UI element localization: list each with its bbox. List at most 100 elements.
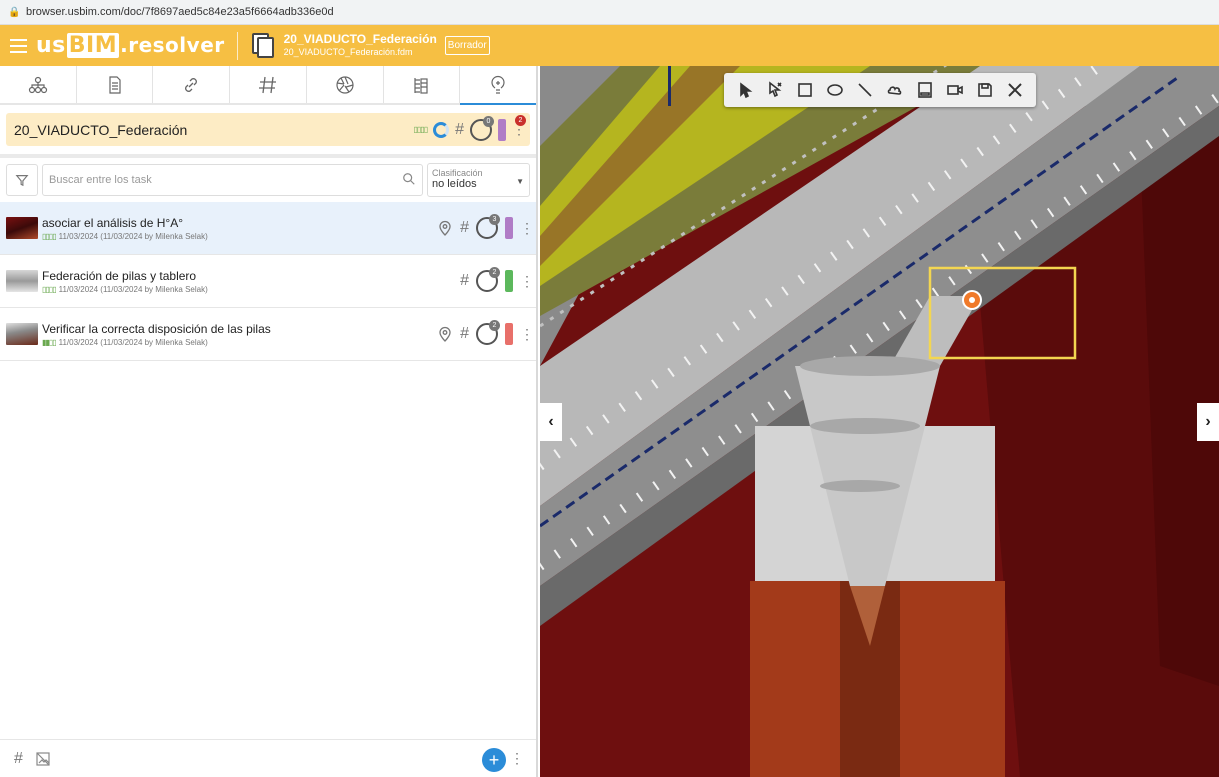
task-more-icon[interactable]: ⋮ [520, 220, 534, 237]
task-meta: 11/03/2024 (11/03/2024 by Milenka Selak) [58, 337, 208, 347]
task-row[interactable]: asociar el análisis de H°A° ▯▯▯▯ 11/03/20… [0, 202, 536, 255]
task-thumbnail [6, 217, 38, 239]
sort-select[interactable]: Clasificación no leídos ▼ [427, 163, 530, 197]
task-title: Verificar la correcta disposición de las… [42, 321, 271, 336]
task-hash-icon[interactable]: # [460, 219, 469, 237]
tab-hierarchy[interactable] [0, 66, 77, 103]
task-users-icon[interactable]: 2 [476, 320, 500, 345]
left-panel: 20_VIADUCTO_Federación ▯▯▯▯ # 0 ⋮2 Clasi… [0, 66, 538, 777]
ellipse-icon[interactable] [824, 79, 846, 101]
no-image-icon[interactable] [35, 751, 51, 767]
document-titles: 20_VIADUCTO_Federación 20_VIADUCTO_Feder… [283, 32, 437, 58]
rectangle-icon[interactable] [794, 79, 816, 101]
3d-viewport[interactable]: ‹ › [540, 66, 1219, 777]
tab-issues[interactable] [460, 66, 537, 105]
sort-label: Clasificación [432, 168, 483, 178]
task-meta: 11/03/2024 (11/03/2024 by Milenka Selak) [58, 231, 208, 241]
link-icon [185, 77, 198, 92]
document-title: 20_VIADUCTO_Federación [283, 32, 437, 47]
cloud-icon[interactable] [884, 79, 906, 101]
filter-button[interactable] [6, 164, 38, 196]
draft-badge[interactable]: Borrador [444, 36, 490, 55]
document-icon [108, 75, 121, 94]
task-filter-row: Clasificación no leídos ▼ [0, 158, 536, 202]
task-more-icon[interactable]: ⋮ [520, 326, 534, 343]
markup-toolbar [724, 73, 1036, 107]
task-progress-icon: ▯▯▯▯ [42, 231, 57, 241]
task-users-count: 2 [489, 320, 500, 331]
task-users-icon[interactable]: 3 [476, 214, 500, 239]
save-icon[interactable] [974, 79, 996, 101]
note-icon[interactable] [914, 79, 936, 101]
logo-resolver: .resolver [120, 33, 225, 57]
tab-link[interactable] [153, 66, 231, 103]
panel-footer: # + ⋮ [0, 739, 536, 777]
aperture-icon [336, 75, 354, 94]
task-progress-icon: ▯▯▯▯ [42, 284, 57, 294]
tab-document[interactable] [77, 66, 154, 103]
project-alert-badge: 2 [515, 115, 526, 126]
issues-icon [491, 75, 505, 94]
select-icon[interactable] [734, 79, 756, 101]
pick-icon[interactable] [764, 79, 786, 101]
chevron-right-icon[interactable]: › [1197, 403, 1219, 441]
task-color-tag[interactable] [505, 323, 513, 345]
tab-aperture[interactable] [307, 66, 384, 103]
model-render [540, 66, 1219, 777]
close-icon[interactable] [1004, 79, 1026, 101]
menu-icon[interactable] [0, 25, 36, 66]
project-users-icon[interactable]: 0 [470, 115, 494, 141]
location-pin-icon[interactable] [437, 220, 453, 236]
project-more-icon[interactable]: ⋮ 2 [512, 115, 526, 138]
task-meta: 11/03/2024 (11/03/2024 by Milenka Selak) [58, 284, 208, 294]
search-icon[interactable] [402, 172, 416, 189]
project-header[interactable]: 20_VIADUCTO_Federación ▯▯▯▯ # 0 ⋮ 2 [6, 113, 530, 146]
task-hash-icon[interactable]: # [460, 325, 469, 343]
chevron-left-icon[interactable]: ‹ [540, 403, 562, 441]
line-icon[interactable] [854, 79, 876, 101]
progress-ring-icon [433, 121, 450, 138]
chevron-down-icon: ▼ [516, 177, 524, 186]
project-indicators: ▯▯▯▯ # 0 ⋮ 2 [413, 115, 526, 141]
browser-address-bar[interactable]: 🔒 browser.usbim.com/doc/7f8697aed5c84e23… [0, 0, 1219, 25]
search-input[interactable] [49, 174, 402, 186]
task-users-count: 3 [489, 214, 500, 225]
tab-hash[interactable] [230, 66, 307, 103]
task-thumbnail [6, 270, 38, 292]
task-thumbnail [6, 323, 38, 345]
task-more-icon[interactable]: ⋮ [520, 273, 534, 290]
documents-icon[interactable] [250, 32, 276, 60]
project-hash-icon[interactable]: # [455, 121, 464, 139]
camera-icon[interactable] [944, 79, 966, 101]
tab-structure[interactable] [384, 66, 461, 103]
task-color-tag[interactable] [505, 217, 513, 239]
task-title: Federación de pilas y tablero [42, 268, 197, 283]
app-logo: us BIM .resolver [36, 33, 225, 58]
task-progress-icon: ▮▮▯▯ [42, 337, 57, 347]
hash-icon [259, 76, 277, 93]
document-filename: 20_VIADUCTO_Federación.fdm [283, 47, 413, 58]
task-row[interactable]: Verificar la correcta disposición de las… [0, 308, 536, 361]
header-divider [236, 31, 238, 60]
project-color-tag[interactable] [498, 118, 506, 141]
task-title: asociar el análisis de H°A° [42, 215, 183, 230]
project-users-count: 0 [483, 115, 494, 127]
task-users-icon[interactable]: 2 [476, 267, 500, 292]
url-text[interactable]: browser.usbim.com/doc/7f8697aed5c84e23a5… [26, 6, 334, 18]
progress-bars-icon: ▯▯▯▯ [413, 125, 428, 134]
logo-bim: BIM [66, 33, 120, 58]
add-task-button[interactable]: + [482, 748, 506, 772]
task-row[interactable]: Federación de pilas y tablero ▯▯▯▯ 11/03/… [0, 255, 536, 308]
task-color-tag[interactable] [505, 270, 513, 292]
footer-more-icon[interactable]: ⋮ [510, 750, 524, 767]
structure-icon [414, 77, 429, 94]
footer-hash-icon[interactable]: # [14, 750, 23, 768]
search-box [42, 164, 423, 196]
location-pin-icon[interactable] [437, 326, 453, 342]
panel-tabs [0, 66, 537, 105]
task-users-count: 2 [489, 267, 500, 278]
app-header: us BIM .resolver 20_VIADUCTO_Federación 20… [0, 25, 1219, 66]
task-hash-icon[interactable]: # [460, 272, 469, 290]
lock-icon: 🔒 [8, 6, 21, 18]
logo-us: us [36, 33, 66, 58]
